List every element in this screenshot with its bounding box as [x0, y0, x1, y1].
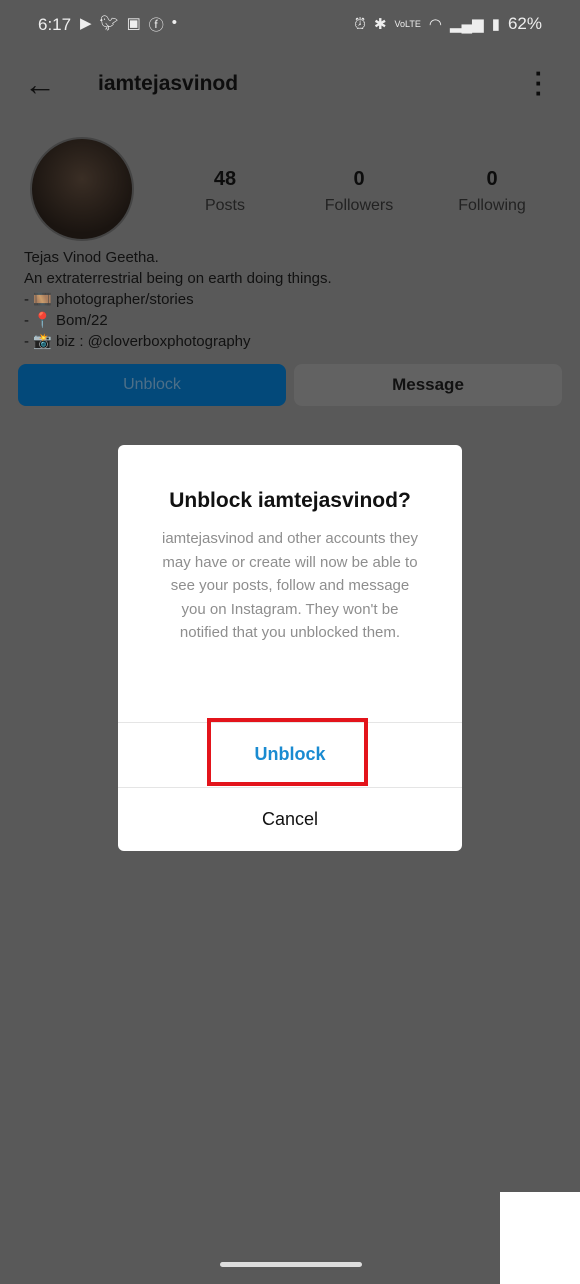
- bio-line: - 📍 Bom/22: [24, 312, 108, 329]
- posts-label: Posts: [204, 197, 245, 214]
- dialog-title: Unblock iamtejasvinod?: [169, 489, 411, 512]
- username-title: iamtejasvinod: [98, 72, 239, 95]
- signal-icon: ▂▄▆: [450, 16, 484, 33]
- profile-header: ← iamtejasvinod · · ·: [0, 60, 580, 106]
- alarm-icon: ⏰︎: [354, 15, 366, 33]
- bio-line: - 🎞️ photographer/stories: [24, 291, 194, 308]
- stat-posts[interactable]: 48 Posts: [170, 168, 280, 215]
- bio: Tejas Vinod Geetha. An extraterrestrial …: [24, 247, 332, 352]
- bio-name: Tejas Vinod Geetha.: [24, 249, 159, 266]
- avatar[interactable]: [30, 137, 134, 241]
- battery-icon: ▮: [491, 16, 500, 33]
- gesture-bar[interactable]: [220, 1262, 362, 1267]
- following-count: 0: [486, 168, 498, 190]
- back-arrow-icon[interactable]: ←: [24, 66, 56, 103]
- youtube-icon: ▶: [80, 15, 92, 32]
- facebook-icon: ⓕ: [148, 17, 164, 34]
- clock: 6:17: [38, 15, 72, 34]
- gallery-icon: ▣: [126, 15, 141, 32]
- more-options-icon[interactable]: · · ·: [534, 60, 544, 106]
- following-label: Following: [458, 197, 526, 214]
- overlay-box: [500, 1192, 580, 1284]
- wifi-icon: ◠: [428, 16, 442, 33]
- highlight-box: [207, 718, 368, 786]
- followers-label: Followers: [324, 197, 394, 214]
- dialog-message: iamtejasvinod and other accounts they ma…: [162, 530, 418, 641]
- unblock-button[interactable]: Unblock: [18, 364, 286, 406]
- volte-icon: VoLTE: [394, 19, 421, 29]
- stat-following[interactable]: 0 Following: [437, 168, 547, 215]
- stat-followers[interactable]: 0 Followers: [304, 168, 414, 215]
- message-button[interactable]: Message: [294, 364, 562, 406]
- posts-count: 48: [213, 168, 237, 190]
- bio-line: An extraterrestrial being on earth doing…: [24, 270, 332, 287]
- battery-level: 62%: [507, 14, 542, 33]
- bluetooth-icon: ✱: [373, 16, 387, 33]
- dot-icon: •: [171, 14, 178, 31]
- cancel-button[interactable]: Cancel: [118, 787, 462, 851]
- status-bar: 6:17 ▶ 🐦︎ ▣ ⓕ • ⏰︎ ✱ VoLTE ◠ ▂▄▆ ▮ 62%: [0, 0, 580, 48]
- unblock-dialog: Unblock iamtejasvinod? iamtejasvinod and…: [118, 445, 462, 851]
- twitter-icon: 🐦︎: [99, 15, 119, 32]
- bio-link[interactable]: - 📸 biz : @cloverboxphotography: [24, 331, 332, 352]
- followers-count: 0: [353, 168, 365, 190]
